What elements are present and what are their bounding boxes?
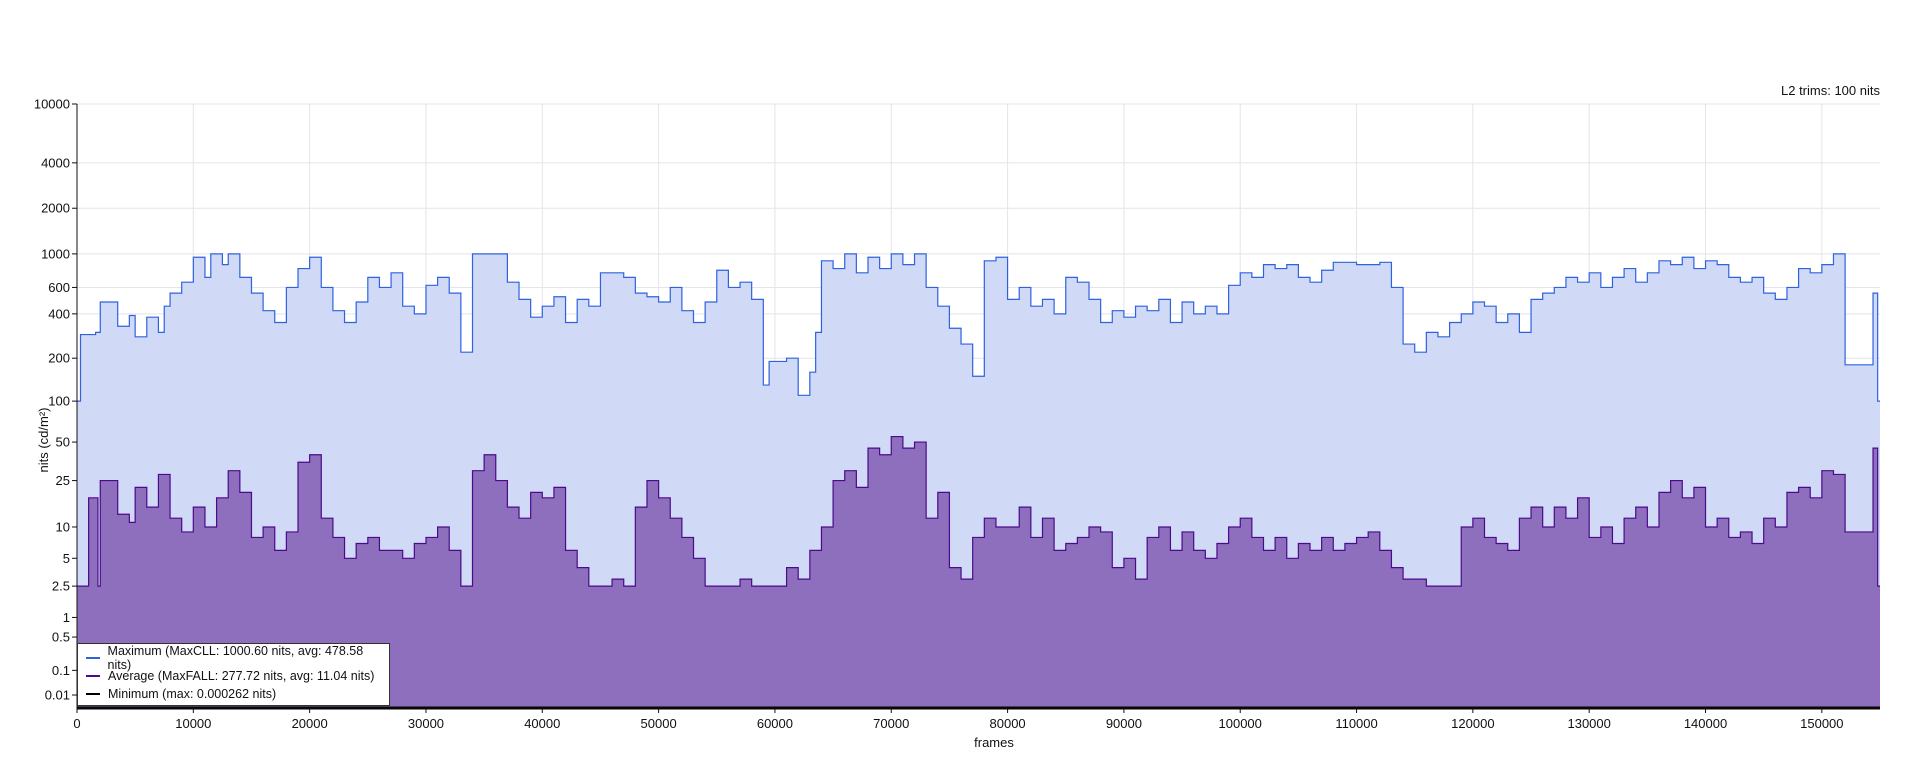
- x-tick-label: 0: [73, 716, 80, 731]
- x-tick-label: 110000: [1335, 716, 1377, 731]
- x-tick-label: 70000: [873, 716, 909, 731]
- y-tick-label: 5: [63, 551, 70, 566]
- y-tick-label: 600: [48, 280, 70, 295]
- y-tick-label: 50: [56, 435, 70, 450]
- y-axis-title: nits (cd/m²): [36, 408, 51, 473]
- y-tick-label: 1: [63, 610, 70, 625]
- legend-label-average: Average (MaxFALL: 277.72 nits, avg: 11.0…: [108, 669, 375, 683]
- x-tick-label: 40000: [524, 716, 560, 731]
- y-tick-label: 10: [56, 519, 70, 534]
- legend-label-minimum: Minimum (max: 0.000262 nits): [108, 687, 277, 701]
- x-tick-label: 130000: [1567, 716, 1610, 731]
- x-tick-label: 150000: [1800, 716, 1843, 731]
- y-tick-label: 0.1: [52, 663, 70, 678]
- x-tick-label: 30000: [408, 716, 444, 731]
- x-tick-labels: 0 10000 20000 30000 40000 50000 60000 70000 8000…: [73, 708, 1844, 731]
- x-tick-label: 80000: [990, 716, 1026, 731]
- legend-swatch-maximum: [86, 657, 100, 659]
- y-tick-label: 200: [48, 351, 70, 366]
- y-tick-label: 4000: [41, 155, 70, 170]
- x-tick-label: 50000: [641, 716, 677, 731]
- x-tick-label: 90000: [1106, 716, 1142, 731]
- legend-item-average[interactable]: Average (MaxFALL: 277.72 nits, avg: 11.0…: [86, 667, 381, 685]
- y-tick-label: 400: [48, 306, 70, 321]
- legend-item-minimum[interactable]: Minimum (max: 0.000262 nits): [86, 685, 381, 703]
- x-tick-label: 60000: [757, 716, 793, 731]
- y-tick-label: 25: [56, 473, 70, 488]
- x-axis-title: frames: [974, 735, 1014, 750]
- x-tick-label: 140000: [1684, 716, 1727, 731]
- y-tick-label: 0.5: [52, 630, 70, 645]
- plot-area: [77, 253, 1880, 710]
- x-tick-label: 100000: [1219, 716, 1262, 731]
- x-tick-label: 120000: [1451, 716, 1494, 731]
- y-tick-label: 2.5: [52, 579, 70, 594]
- x-tick-label: 20000: [292, 716, 328, 731]
- y-tick-label: 100: [48, 394, 70, 409]
- y-tick-label: 10000: [34, 97, 70, 112]
- legend-label-maximum: Maximum (MaxCLL: 1000.60 nits, avg: 478.…: [107, 644, 364, 672]
- legend: Maximum (MaxCLL: 1000.60 nits, avg: 478.…: [77, 643, 390, 706]
- y-tick-label: 1000: [41, 246, 70, 261]
- legend-item-maximum[interactable]: Maximum (MaxCLL: 1000.60 nits, avg: 478.…: [86, 644, 381, 672]
- y-tick-label: 0.01: [45, 688, 70, 703]
- legend-swatch-average: [86, 675, 100, 677]
- l2-trims-annotation: L2 trims: 100 nits: [1781, 83, 1880, 98]
- y-tick-label: 2000: [41, 201, 70, 216]
- x-tick-label: 10000: [175, 716, 211, 731]
- y-tick-labels: 0.01 0.1 0.5 1 2.5 5 10 25 50 100 200 400 600 1000 200…: [34, 97, 77, 703]
- legend-swatch-minimum: [86, 693, 100, 695]
